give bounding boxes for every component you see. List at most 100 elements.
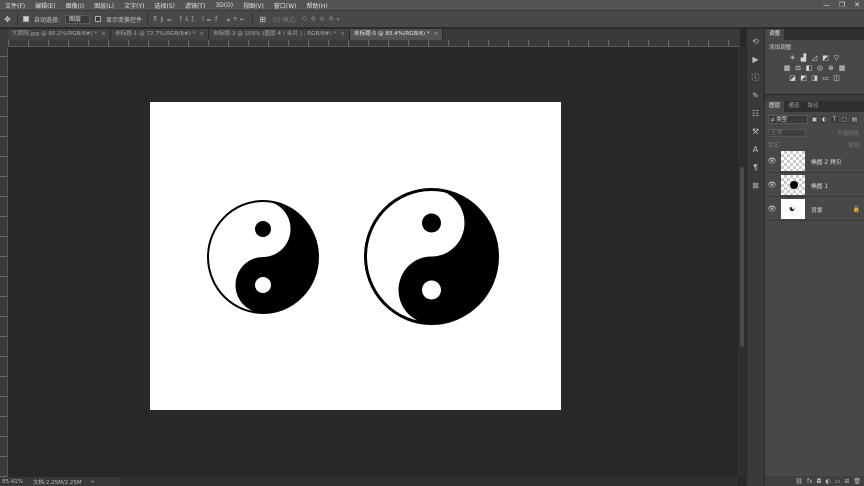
brush-icon[interactable]: ✎ [752, 91, 759, 100]
adjustment-filter-icon[interactable]: ◐ [821, 116, 828, 123]
vertical-ruler[interactable] [0, 47, 8, 477]
info-icon[interactable]: ⓘ [752, 73, 760, 82]
lock-icon: 🔒 [852, 205, 860, 213]
document-canvas[interactable] [150, 102, 561, 410]
brightness-icon[interactable]: ☀ [789, 55, 797, 62]
separator [252, 13, 254, 25]
auto-select-checkbox[interactable] [23, 16, 29, 22]
document-tab-active[interactable]: 未标题-5 @ 85.4%(RGB/8) * × [349, 29, 444, 40]
paragraph-icon[interactable]: ¶ [753, 163, 758, 172]
document-tab[interactable]: 未标题-3 @ 109% (图层 4 ( 合并 ) , RGB/8#) * × [209, 29, 350, 40]
close-tab-icon[interactable]: × [340, 29, 345, 40]
zoom-level[interactable]: 85.41% [2, 479, 23, 485]
menu-select[interactable]: 选择(S) [149, 1, 180, 10]
canvas-workspace[interactable] [9, 48, 738, 477]
menu-3d[interactable]: 3D(D) [210, 2, 238, 9]
layer-name[interactable]: 椭圆 2 拷贝 [811, 157, 842, 166]
horizontal-scrollbar[interactable] [120, 477, 738, 486]
black-white-icon[interactable]: ◧ [805, 65, 813, 72]
tab-layers[interactable]: 图层 [765, 101, 785, 112]
vertical-scrollbar[interactable] [738, 47, 746, 477]
invert-icon[interactable]: ◪ [789, 75, 797, 82]
type-filter-icon[interactable]: T [831, 116, 838, 123]
layer-thumbnail: ☯ [781, 199, 805, 219]
gradient-map-icon[interactable]: ▭ [822, 75, 830, 82]
yin-yang-symbol-large[interactable] [364, 188, 499, 325]
menu-file[interactable]: 文件(F) [0, 1, 30, 10]
menu-layer[interactable]: 图层(L) [89, 1, 119, 10]
visibility-eye-icon[interactable]: 👁 [765, 181, 779, 189]
visibility-eye-icon[interactable]: 👁 [765, 157, 779, 165]
move-tool-icon[interactable]: ✥ [3, 15, 12, 24]
group-icon[interactable]: ▭ [835, 478, 841, 485]
menu-help[interactable]: 帮助(H) [302, 1, 333, 10]
document-tab[interactable]: 未标题-1 @ 72.7%(RGB/8#) * × [110, 29, 210, 40]
auto-align-icon[interactable]: ⊞ [258, 15, 267, 24]
shape-filter-icon[interactable]: ▢ [841, 116, 848, 123]
levels-icon[interactable]: ▟ [800, 55, 808, 62]
yin-yang-symbol-small[interactable] [207, 200, 319, 314]
status-menu-icon[interactable]: ▸ [92, 479, 95, 485]
menu-image[interactable]: 图像(I) [61, 1, 89, 10]
actions-icon[interactable]: ▶ [752, 55, 758, 64]
3d-tools-icons[interactable]: ⟲✥⊕✥▸ [302, 15, 344, 23]
menu-edit[interactable]: 编辑(E) [30, 1, 60, 10]
document-tab[interactable]: 大阴阳.jpg @ 66.2%(RGB/8#) * × [8, 29, 111, 40]
close-tab-icon[interactable]: × [434, 29, 439, 40]
menu-window[interactable]: 窗口(W) [269, 1, 302, 10]
separator [147, 13, 149, 25]
visibility-eye-icon[interactable]: 👁 [765, 205, 779, 213]
layer-kind-filter[interactable]: ρ 类型 [768, 115, 808, 124]
color-balance-icon[interactable]: ⚖ [794, 65, 802, 72]
layer-row[interactable]: 👁 ☯ 背景 🔒 [765, 198, 864, 221]
posterize-icon[interactable]: ◩ [800, 75, 808, 82]
close-tab-icon[interactable]: × [101, 29, 106, 40]
tab-adjustments[interactable]: 调整 [765, 29, 785, 40]
smart-filter-icon[interactable]: ▤ [851, 116, 858, 123]
threshold-icon[interactable]: ◨ [811, 75, 819, 82]
close-button[interactable]: ✕ [854, 1, 860, 9]
scroll-thumb[interactable] [740, 167, 744, 347]
link-layers-icon[interactable]: ⛓ [795, 478, 803, 485]
layers-footer: ⛓ fx ◘ ◐ ▭ ⊞ 🗑 [765, 476, 864, 486]
color-lookup-icon[interactable]: ▦ [838, 65, 846, 72]
channel-mixer-icon[interactable]: ⊛ [827, 65, 835, 72]
curves-icon[interactable]: ◿ [811, 55, 819, 62]
new-layer-icon[interactable]: ⊞ [844, 478, 849, 485]
selective-color-icon[interactable]: ◫ [833, 75, 841, 82]
restore-button[interactable]: ❐ [839, 1, 845, 9]
menu-view[interactable]: 视图(V) [238, 1, 269, 10]
tool-presets-icon[interactable]: ⚒ [752, 127, 759, 136]
character-icon[interactable]: A [753, 145, 758, 154]
exposure-icon[interactable]: ◩ [822, 55, 830, 62]
history-icon[interactable]: ⟲ [752, 37, 759, 46]
glyphs-icon[interactable]: ⊠ [752, 181, 759, 190]
adjustment-layer-icon[interactable]: ◐ [825, 478, 830, 485]
layers-panel: ρ 类型 ▣ ◐ T ▢ ▤ 正常 不透明度: 锁定: 填充: 👁 椭圆 2 拷… [765, 112, 864, 486]
align-icons[interactable]: ⫪⫫⫬ ⫯⫰⫱ ⫮⫭⫩ ⫨⫧⫦ [153, 15, 247, 24]
layer-name[interactable]: 椭圆 1 [811, 181, 828, 190]
pixel-filter-icon[interactable]: ▣ [811, 116, 818, 123]
horizontal-ruler[interactable] [8, 40, 740, 47]
blend-mode-dropdown[interactable]: 正常 [768, 129, 806, 137]
tab-paths[interactable]: 路径 [803, 101, 822, 112]
tab-channels[interactable]: 通道 [784, 101, 803, 112]
layer-filter-row: ρ 类型 ▣ ◐ T ▢ ▤ [765, 112, 864, 127]
fx-icon[interactable]: fx [807, 478, 813, 485]
hue-saturation-icon[interactable]: ▦ [783, 65, 791, 72]
menu-filter[interactable]: 滤镜(T) [180, 1, 210, 10]
layer-row[interactable]: 👁 椭圆 1 [765, 174, 864, 197]
blend-row: 正常 不透明度: [765, 127, 864, 139]
minimize-button[interactable]: — [823, 1, 830, 9]
layer-row[interactable]: 👁 椭圆 2 拷贝 [765, 150, 864, 173]
mask-icon[interactable]: ◘ [817, 478, 822, 485]
photo-filter-icon[interactable]: ◎ [816, 65, 824, 72]
properties-icon[interactable]: ☷ [752, 109, 759, 118]
vibrance-icon[interactable]: ▽ [833, 55, 841, 62]
auto-select-dropdown[interactable]: 图层 [65, 14, 91, 24]
menu-type[interactable]: 文字(Y) [119, 1, 149, 10]
close-tab-icon[interactable]: × [199, 29, 204, 40]
layer-name[interactable]: 背景 [811, 205, 823, 214]
delete-layer-icon[interactable]: 🗑 [853, 478, 861, 485]
show-transform-checkbox[interactable] [95, 16, 102, 22]
